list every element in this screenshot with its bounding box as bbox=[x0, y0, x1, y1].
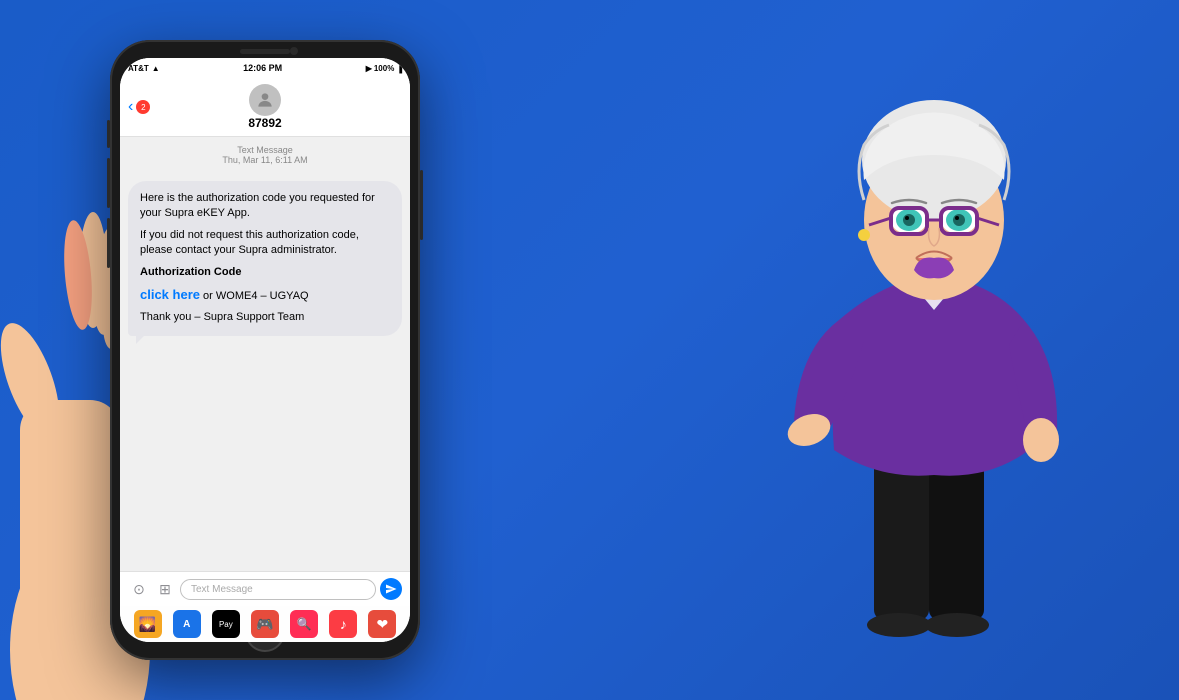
screen-content: AT&T ▲ 12:06 PM ▶ 100% ▐ ‹ 2 bbox=[120, 58, 410, 642]
applepay-dock-icon[interactable]: Pay bbox=[212, 610, 240, 638]
auth-code-suffix: or WOME4 – UGYAQ bbox=[200, 290, 309, 302]
volume-up-button bbox=[107, 158, 110, 208]
back-badge: 2 bbox=[136, 100, 150, 114]
game-dock-icon[interactable]: 🎮 bbox=[251, 610, 279, 638]
message-type: Text Message bbox=[128, 145, 402, 155]
heart-dock-icon[interactable]: ❤ bbox=[368, 610, 396, 638]
search-dock-icon[interactable]: 🔍 bbox=[290, 610, 318, 638]
back-button[interactable]: ‹ 2 bbox=[128, 98, 150, 116]
auth-code-line: click here or WOME4 – UGYAQ bbox=[140, 286, 390, 304]
appstore-dock-icon[interactable]: A bbox=[173, 610, 201, 638]
contact-name: 87892 bbox=[248, 116, 281, 130]
message-meta: Text Message Thu, Mar 11, 6:11 AM bbox=[120, 137, 410, 173]
message-line2: If you did not request this authorizatio… bbox=[140, 228, 390, 259]
message-input[interactable]: Text Message bbox=[180, 579, 376, 600]
power-button bbox=[420, 170, 423, 240]
speaker bbox=[240, 49, 290, 54]
bottom-bar: ⊙ ⊞ Text Message bbox=[120, 571, 410, 606]
nav-bar: ‹ 2 87892 bbox=[120, 78, 410, 137]
app-dock: 🌄 A Pay 🎮 🔍 ♪ ❤ bbox=[120, 606, 410, 642]
photos-dock-icon[interactable]: 🌄 bbox=[134, 610, 162, 638]
status-time: 12:06 PM bbox=[243, 63, 282, 73]
messages-area: Here is the authorization code you reque… bbox=[120, 173, 410, 571]
character-svg bbox=[699, 0, 1149, 700]
message-bubble: Here is the authorization code you reque… bbox=[128, 181, 402, 336]
character-area bbox=[669, 0, 1149, 700]
message-input-placeholder: Text Message bbox=[191, 584, 253, 595]
message-date: Thu, Mar 11, 6:11 AM bbox=[128, 155, 402, 165]
send-button[interactable] bbox=[380, 578, 402, 600]
click-here-link[interactable]: click here bbox=[140, 287, 200, 302]
back-chevron-icon: ‹ bbox=[128, 98, 133, 116]
battery-text: 100% bbox=[374, 64, 394, 73]
camera bbox=[290, 47, 298, 55]
mute-button bbox=[107, 120, 110, 148]
battery-icon: ▐ bbox=[396, 64, 402, 73]
status-left: AT&T ▲ bbox=[128, 64, 160, 73]
music-dock-icon[interactable]: ♪ bbox=[329, 610, 357, 638]
thank-you-text: Thank you – Supra Support Team bbox=[140, 310, 390, 325]
appstore-small-icon[interactable]: ⊞ bbox=[154, 578, 176, 600]
status-bar: AT&T ▲ 12:06 PM ▶ 100% ▐ bbox=[120, 58, 410, 78]
volume-down-button bbox=[107, 218, 110, 268]
signal-icon: ▶ bbox=[366, 64, 372, 73]
carrier-text: AT&T bbox=[128, 64, 149, 73]
phone-body: AT&T ▲ 12:06 PM ▶ 100% ▐ ‹ 2 bbox=[110, 40, 420, 660]
message-line1: Here is the authorization code you reque… bbox=[140, 191, 390, 222]
wifi-icon: ▲ bbox=[152, 64, 160, 73]
camera-icon[interactable]: ⊙ bbox=[128, 578, 150, 600]
auth-code-label: Authorization Code bbox=[140, 265, 390, 280]
phone-screen: AT&T ▲ 12:06 PM ▶ 100% ▐ ‹ 2 bbox=[120, 58, 410, 642]
phone-container: AT&T ▲ 12:06 PM ▶ 100% ▐ ‹ 2 bbox=[110, 40, 420, 660]
contact-avatar bbox=[249, 84, 281, 116]
status-right: ▶ 100% ▐ bbox=[366, 64, 402, 73]
message-text: Here is the authorization code you reque… bbox=[140, 191, 390, 326]
